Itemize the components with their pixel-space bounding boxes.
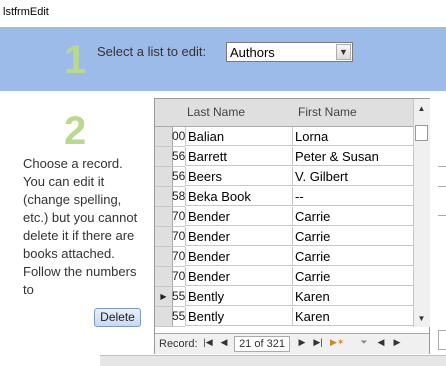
first-name-cell[interactable]: Karen — [292, 307, 413, 326]
id-cell[interactable]: 58 — [172, 187, 185, 207]
table-row[interactable]: 70 Bender Carrie — [155, 227, 413, 247]
nav-scroll-right-icon[interactable]: ▶ — [391, 337, 403, 348]
id-cell[interactable]: 56 — [172, 167, 185, 187]
last-name-cell[interactable]: Balian — [185, 127, 292, 146]
record-selector[interactable] — [155, 227, 173, 247]
step1-panel: 1 Select a list to edit: Authors ▼ — [0, 27, 446, 91]
nav-scroll-left-icon[interactable]: ◀ — [375, 337, 387, 348]
table-row[interactable]: 70 Bender Carrie — [155, 207, 413, 227]
last-name-cell[interactable]: Bender — [185, 247, 292, 266]
scroll-thumb[interactable] — [415, 125, 428, 141]
last-name-cell[interactable]: Barrett — [185, 147, 292, 166]
step1-number: 1 — [64, 38, 87, 82]
first-name-cell[interactable]: Peter & Susan — [292, 147, 413, 166]
id-cell[interactable]: 55 — [172, 307, 185, 327]
id-cell[interactable]: 70 — [172, 207, 185, 227]
id-cell[interactable]: 00 — [172, 127, 185, 147]
id-cell[interactable]: 70 — [172, 227, 185, 247]
next-record-icon[interactable]: ▶ — [296, 337, 308, 348]
step2-number: 2 — [64, 109, 87, 153]
table-row[interactable]: 56 Beers V. Gilbert — [155, 167, 413, 187]
record-position[interactable]: 21 of 321 — [234, 336, 290, 352]
horizontal-scrollbar[interactable] — [100, 355, 446, 366]
first-record-icon[interactable]: |◀ — [202, 337, 214, 348]
first-name-cell[interactable]: Karen — [292, 287, 413, 306]
title-bar: lstfrmEdit — [0, 0, 446, 24]
first-name-cell[interactable]: V. Gilbert — [292, 167, 413, 186]
datasheet-header: Last Name First Name — [155, 99, 413, 127]
list-select-combo[interactable]: Authors ▼ — [226, 42, 353, 62]
current-record-icon[interactable]: ▶ — [155, 287, 173, 307]
last-record-icon[interactable]: ▶| — [312, 337, 324, 348]
last-name-cell[interactable]: Bender — [185, 227, 292, 246]
record-selector[interactable] — [155, 187, 173, 207]
first-name-cell[interactable]: Lorna — [292, 127, 413, 146]
window-title: lstfrmEdit — [3, 6, 49, 18]
last-name-cell[interactable]: Bently — [185, 287, 292, 306]
scroll-down-icon[interactable]: ▼ — [414, 311, 429, 326]
record-selector[interactable] — [155, 247, 173, 267]
table-row[interactable]: 58 Beka Book -- — [155, 187, 413, 207]
combo-dropdown-icon[interactable]: ▼ — [336, 44, 351, 60]
id-cell[interactable]: 70 — [172, 247, 185, 267]
adjacent-control-bottom — [438, 330, 446, 350]
record-selector[interactable] — [155, 207, 173, 227]
table-row[interactable]: ▶ 55 Bently Karen — [155, 287, 413, 307]
record-navigator: Record: |◀ ◀ 21 of 321 ▶ ▶| ▶✶ ⏷ ◀ ▶ — [155, 333, 429, 354]
first-name-cell[interactable]: Carrie — [292, 227, 413, 246]
table-row[interactable]: 70 Bender Carrie — [155, 267, 413, 287]
prev-record-icon[interactable]: ◀ — [218, 337, 230, 348]
record-selector[interactable] — [155, 307, 173, 327]
filter-icon[interactable]: ⏷ — [358, 337, 370, 348]
datasheet-rows: 00 Balian Lorna 56 Barrett Peter & Susan 56 Bee… — [155, 127, 413, 327]
record-selector[interactable] — [155, 267, 173, 287]
adjacent-control-divider — [438, 186, 446, 187]
table-row[interactable]: 00 Balian Lorna — [155, 127, 413, 147]
last-name-cell[interactable]: Beka Book — [185, 187, 292, 206]
record-selector[interactable] — [155, 147, 173, 167]
last-name-cell[interactable]: Bently — [185, 307, 292, 326]
last-name-cell[interactable]: Beers — [185, 167, 292, 186]
last-name-cell[interactable]: Bender — [185, 267, 292, 286]
record-label: Record: — [159, 338, 198, 350]
id-cell[interactable]: 70 — [172, 267, 185, 287]
scroll-up-icon[interactable]: ▲ — [414, 101, 429, 116]
list-select-value: Authors — [230, 45, 275, 60]
vertical-scrollbar[interactable]: ▲ ▼ — [413, 99, 430, 327]
id-cell[interactable]: 55 — [172, 287, 185, 307]
first-name-cell[interactable]: Carrie — [292, 207, 413, 226]
table-row[interactable]: 55 Bently Karen — [155, 307, 413, 327]
delete-button[interactable]: Delete — [94, 308, 141, 327]
first-name-cell[interactable]: Carrie — [292, 247, 413, 266]
column-header-first-name[interactable]: First Name — [298, 105, 357, 119]
last-name-cell[interactable]: Bender — [185, 207, 292, 226]
adjacent-control-edge — [438, 166, 446, 216]
column-header-last-name[interactable]: Last Name — [187, 105, 245, 119]
first-name-cell[interactable]: Carrie — [292, 267, 413, 286]
new-record-icon[interactable]: ▶✶ — [330, 337, 344, 348]
record-selector[interactable] — [155, 127, 173, 147]
table-row[interactable]: 56 Barrett Peter & Susan — [155, 147, 413, 167]
records-datasheet: Last Name First Name 00 Balian Lorna 56 Barr… — [154, 98, 430, 354]
first-name-cell[interactable]: -- — [292, 187, 413, 206]
id-cell[interactable]: 56 — [172, 147, 185, 167]
table-row[interactable]: 70 Bender Carrie — [155, 247, 413, 267]
list-select-label: Select a list to edit: — [97, 44, 207, 59]
record-selector[interactable] — [155, 167, 173, 187]
step2-instructions: Choose a record. You can edit it (change… — [23, 156, 138, 297]
